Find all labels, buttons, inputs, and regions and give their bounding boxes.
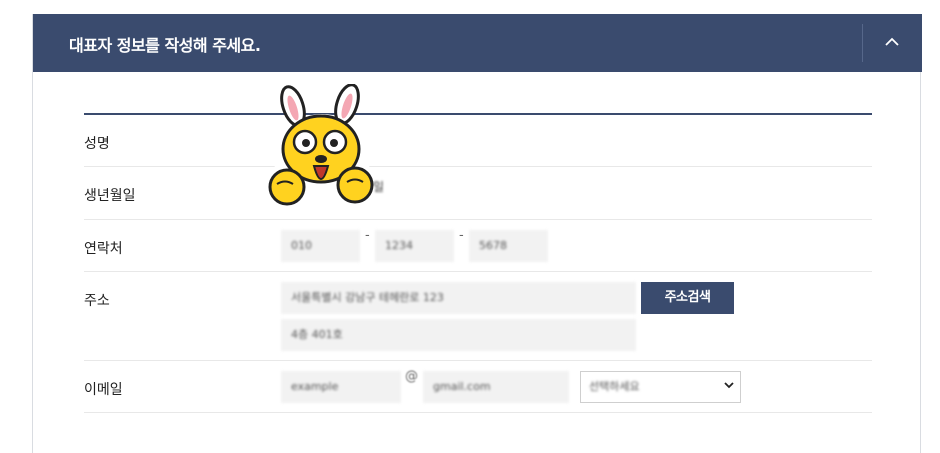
address-search-button[interactable]: 주소검색 [641,282,734,314]
email-at-sign: @ [405,369,418,384]
phone-label: 연락처 [84,241,123,257]
address-line1-field[interactable]: 서울특별시 강남구 테헤란로 123 [281,282,636,314]
collapse-button[interactable] [863,14,922,72]
email-row: 이메일 example @ gmail.com 선택하세요 [84,361,872,413]
address-row: 주소 서울특별시 강남구 테헤란로 123 주소검색 4층 401호 [84,272,872,361]
rabbit-mascot-sticker [268,84,374,206]
representative-info-panel: 대표자 정보를 작성해 주세요. 성명 생년월일 일 연락처 010 - 123… [32,14,922,453]
phone-field-3[interactable]: 5678 [469,230,548,262]
phone-separator-2: - [459,228,464,243]
name-row: 성명 [84,115,872,167]
address-label: 주소 [84,293,110,309]
panel-title: 대표자 정보를 작성해 주세요. [69,36,261,55]
phone-separator-1: - [365,228,370,243]
phone-field-2[interactable]: 1234 [375,230,454,262]
email-label: 이메일 [84,382,123,398]
name-label: 성명 [84,136,110,152]
phone-field-1[interactable]: 010 [281,230,360,262]
birth-row: 생년월일 일 [84,167,872,220]
chevron-up-icon [885,37,899,46]
address-line2-field[interactable]: 4층 401호 [281,319,636,351]
representative-form: 성명 생년월일 일 연락처 010 - 1234 - 5678 주소 서울특별시… [84,113,872,413]
email-local-field[interactable]: example [281,371,401,403]
email-domain-field[interactable]: gmail.com [423,371,569,403]
email-domain-select-value: 선택하세요 [589,380,640,393]
phone-row: 연락처 010 - 1234 - 5678 [84,220,872,272]
birth-label: 생년월일 [84,188,136,204]
panel-header: 대표자 정보를 작성해 주세요. [33,14,922,72]
email-domain-select[interactable]: 선택하세요 [580,371,741,403]
chevron-down-icon [724,382,734,389]
